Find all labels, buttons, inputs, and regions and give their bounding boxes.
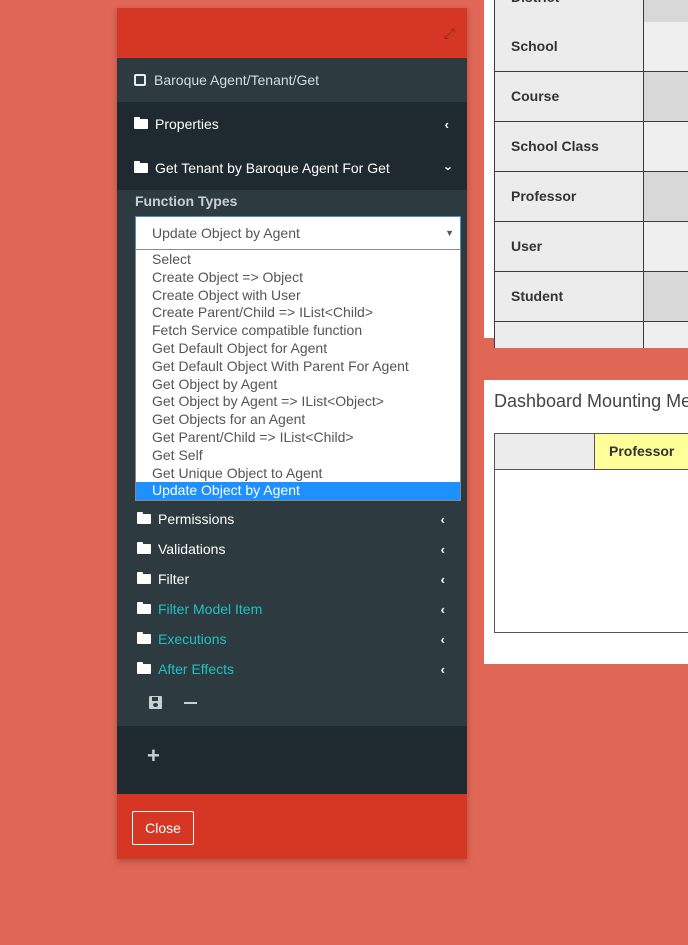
table-row-label: Professor: [494, 172, 644, 221]
table-row-label: [494, 322, 644, 348]
table-cell: [644, 122, 688, 171]
chevron-left-icon: ‹: [440, 601, 445, 617]
table-row: District: [494, 0, 688, 22]
sub-section-list: Permissions ‹ Validations ‹ Filter ‹ Fil…: [117, 504, 467, 684]
dropdown-option[interactable]: Get Object by Agent: [136, 376, 460, 394]
sub-section-label: Permissions: [158, 511, 235, 527]
function-modal: ⤢ Baroque Agent/Tenant/Get Properties ‹ …: [117, 8, 467, 859]
function-type-select[interactable]: Update Object by Agent ▼: [135, 216, 461, 250]
table-row-label: Student: [494, 272, 644, 321]
function-type-dropdown: Select Create Object => Object Create Ob…: [135, 249, 461, 501]
path-checkbox[interactable]: [134, 74, 146, 86]
table-cell: [644, 72, 688, 121]
dropdown-option[interactable]: Get Object by Agent => IList<Object>: [136, 393, 460, 411]
table-row: User: [494, 222, 688, 272]
folder-icon: [137, 662, 151, 674]
modal-header: ⤢: [117, 8, 467, 58]
object-path-bar: Baroque Agent/Tenant/Get: [117, 58, 467, 102]
background-table: District School Course School Class Prof…: [494, 0, 688, 348]
dashboard-title: Dashboard Mounting Me: [494, 391, 688, 411]
sub-section-label: Validations: [158, 541, 226, 557]
dropdown-arrow-icon: ▼: [445, 228, 454, 238]
dashboard-grid: Professor: [494, 433, 688, 633]
table-cell: [644, 322, 688, 348]
table-row-label: School: [494, 22, 644, 71]
dropdown-option[interactable]: Get Self: [136, 447, 460, 465]
table-row: [494, 322, 688, 348]
function-area: Function Types Update Object by Agent ▼ …: [117, 190, 467, 724]
chevron-left-icon: ‹: [440, 571, 445, 587]
table-cell: [644, 0, 688, 22]
dropdown-option[interactable]: Get Objects for an Agent: [136, 411, 460, 429]
sub-section-label: Filter: [158, 571, 190, 587]
folder-icon: [137, 632, 151, 644]
plus-icon[interactable]: +: [147, 743, 160, 769]
dropdown-option[interactable]: Get Default Object for Agent: [136, 340, 460, 358]
background-table-card: District School Course School Class Prof…: [484, 0, 688, 348]
folder-icon: [134, 161, 148, 173]
add-function-area: +: [117, 726, 467, 794]
modal-footer: Close: [117, 794, 467, 859]
section-label: Get Tenant by Baroque Agent For Get: [155, 160, 390, 176]
dropdown-option[interactable]: Fetch Service compatible function: [136, 322, 460, 340]
sub-section-filter[interactable]: Filter ‹: [117, 564, 467, 594]
sub-section-label: Filter Model Item: [158, 601, 263, 617]
table-row: School Class: [494, 122, 688, 172]
table-row-label: User: [494, 222, 644, 271]
table-row: School: [494, 22, 688, 72]
dropdown-option[interactable]: Create Object with User: [136, 287, 460, 305]
dashboard-header-empty: [495, 434, 595, 470]
dashboard-card: Dashboard Mounting Me Professor: [484, 380, 688, 664]
table-row-label: District: [494, 0, 644, 22]
folder-icon: [137, 602, 151, 614]
resize-icon[interactable]: ⤢: [444, 25, 455, 42]
chevron-down-icon: ‹: [439, 165, 455, 171]
function-actions: [149, 696, 197, 709]
table-row: Professor: [494, 172, 688, 222]
folder-icon: [134, 117, 148, 129]
dropdown-option[interactable]: Get Parent/Child => IList<Child>: [136, 429, 460, 447]
dropdown-option[interactable]: Get Default Object With Parent For Agent: [136, 358, 460, 376]
table-row: Course: [494, 72, 688, 122]
chevron-left-icon: ‹: [440, 661, 445, 677]
table-row: Student: [494, 272, 688, 322]
table-cell: [644, 22, 688, 71]
function-types-label: Function Types: [135, 193, 238, 209]
chevron-left-icon: ‹: [440, 541, 445, 557]
section-properties[interactable]: Properties ‹: [117, 102, 467, 146]
sub-section-permissions[interactable]: Permissions ‹: [117, 504, 467, 534]
table-row-label: School Class: [494, 122, 644, 171]
sub-section-label: Executions: [158, 631, 227, 647]
table-cell: [644, 272, 688, 321]
chevron-left-icon: ‹: [440, 631, 445, 647]
folder-icon: [137, 542, 151, 554]
dropdown-option[interactable]: Create Object => Object: [136, 269, 460, 287]
remove-icon[interactable]: [184, 702, 197, 704]
sub-section-label: After Effects: [158, 661, 234, 677]
object-path: Baroque Agent/Tenant/Get: [154, 72, 320, 88]
sub-section-validations[interactable]: Validations ‹: [117, 534, 467, 564]
dropdown-option-selected[interactable]: Update Object by Agent: [136, 482, 460, 501]
close-button[interactable]: Close: [132, 811, 194, 845]
section-label: Properties: [155, 116, 219, 132]
table-row-label: Course: [494, 72, 644, 121]
sub-section-after-effects[interactable]: After Effects ‹: [117, 654, 467, 684]
dropdown-option[interactable]: Create Parent/Child => IList<Child>: [136, 304, 460, 322]
table-cell: [644, 222, 688, 271]
table-cell: [644, 172, 688, 221]
dropdown-option[interactable]: Select: [136, 251, 460, 269]
dashboard-header-professor[interactable]: Professor: [595, 434, 688, 470]
sub-section-executions[interactable]: Executions ‹: [117, 624, 467, 654]
folder-icon: [137, 572, 151, 584]
section-function[interactable]: Get Tenant by Baroque Agent For Get ‹: [117, 146, 467, 190]
dropdown-option[interactable]: Get Unique Object to Agent: [136, 465, 460, 483]
chevron-left-icon: ‹: [444, 116, 449, 132]
chevron-left-icon: ‹: [440, 511, 445, 527]
select-value: Update Object by Agent: [152, 225, 300, 241]
folder-icon: [137, 512, 151, 524]
save-icon[interactable]: [149, 696, 162, 709]
sub-section-filter-model-item[interactable]: Filter Model Item ‹: [117, 594, 467, 624]
